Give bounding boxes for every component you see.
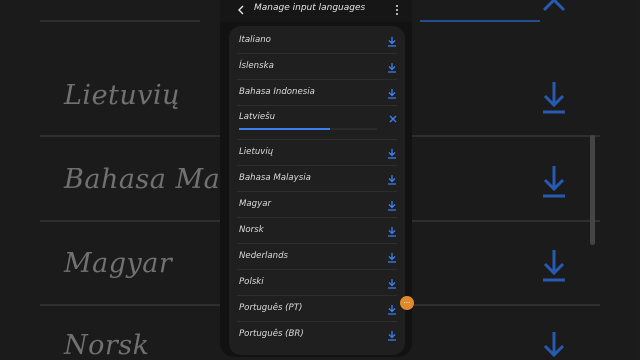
language-label: Bahasa Indonesia <box>239 87 315 97</box>
download-icon[interactable] <box>387 304 397 315</box>
list-item-downloading[interactable]: Latviešu <box>229 106 405 140</box>
language-label: Lietuvių <box>239 147 274 157</box>
list-item[interactable]: Íslenska <box>229 54 405 80</box>
download-icon[interactable] <box>387 174 397 185</box>
app-bar: Manage input languages <box>220 0 412 22</box>
phone-screen: Manage input languages Italiano Íslenska… <box>220 0 412 357</box>
list-item[interactable]: Lietuvių <box>229 140 405 166</box>
list-item[interactable]: Norsk <box>229 218 405 244</box>
language-label: Latviešu <box>239 112 276 122</box>
download-icon[interactable] <box>387 200 397 211</box>
page-title: Manage input languages <box>254 3 366 13</box>
download-icon[interactable] <box>387 330 397 341</box>
download-icon[interactable] <box>387 88 397 99</box>
language-label: Nederlands <box>239 251 289 261</box>
language-label: Magyar <box>239 199 272 209</box>
list-item[interactable]: Nederlands <box>229 244 405 270</box>
download-icon[interactable] <box>387 148 397 159</box>
list-item[interactable]: Bahasa Malaysia <box>229 166 405 192</box>
language-label: Português (PT) <box>239 303 303 313</box>
language-list: Italiano Íslenska Bahasa Indonesia Latvi… <box>229 26 405 355</box>
list-item[interactable]: Português (PT) <box>229 296 405 322</box>
list-item[interactable]: Polski <box>229 270 405 296</box>
download-icon[interactable] <box>387 36 397 47</box>
close-icon[interactable] <box>388 114 398 124</box>
language-label: Polski <box>239 277 264 287</box>
list-item[interactable]: Magyar <box>229 192 405 218</box>
list-item[interactable]: Bahasa Indonesia <box>229 80 405 106</box>
download-progress-bar <box>239 128 377 130</box>
list-item[interactable]: Italiano <box>229 28 405 54</box>
download-icon[interactable] <box>387 252 397 263</box>
arrow-left-icon[interactable] <box>235 4 247 16</box>
language-label: Norsk <box>239 225 264 235</box>
more-vertical-icon[interactable] <box>394 4 400 16</box>
language-label: Íslenska <box>239 61 274 71</box>
download-icon[interactable] <box>387 226 397 237</box>
download-icon[interactable] <box>387 62 397 73</box>
download-icon[interactable] <box>387 278 397 289</box>
language-label: Português (BR) <box>239 329 304 339</box>
list-item[interactable]: Português (BR) <box>229 322 405 348</box>
language-label: Italiano <box>239 35 271 45</box>
language-label: Bahasa Malaysia <box>239 173 311 183</box>
download-progress-fill <box>239 128 331 130</box>
floating-indicator[interactable]: ··· <box>400 296 414 310</box>
